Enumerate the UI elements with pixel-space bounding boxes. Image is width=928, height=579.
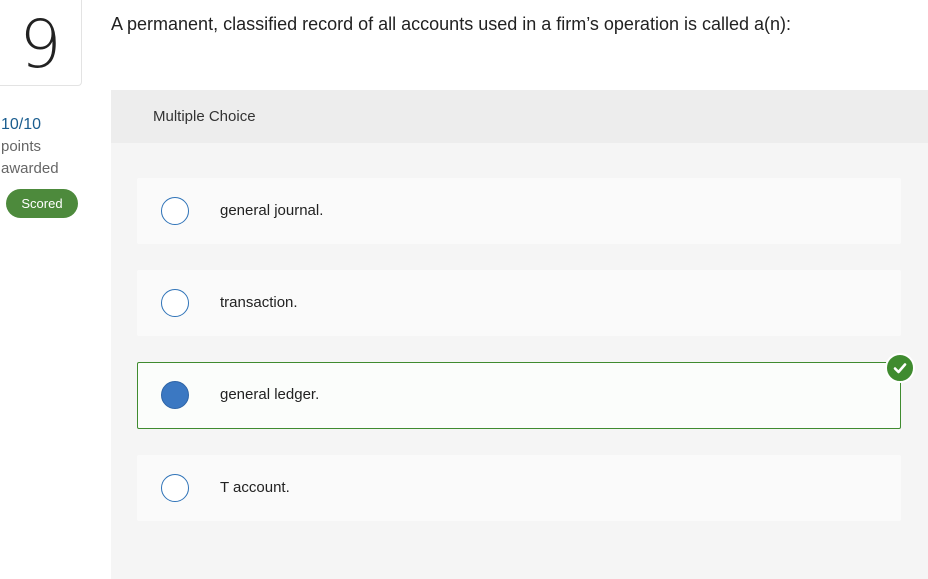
panel-header: Multiple Choice bbox=[111, 90, 928, 143]
radio-button[interactable] bbox=[161, 474, 189, 502]
checkmark-circle-icon bbox=[885, 353, 915, 383]
points-awarded: 10/10 points awarded bbox=[1, 114, 59, 180]
radio-button[interactable] bbox=[161, 289, 189, 317]
points-label: points bbox=[1, 138, 42, 155]
choice-label: general ledger. bbox=[220, 386, 320, 403]
radio-button[interactable] bbox=[161, 197, 189, 225]
score-value: 10/10 bbox=[1, 116, 42, 133]
question-text: A permanent, classified record of all ac… bbox=[111, 14, 792, 34]
choice-label: T account. bbox=[220, 479, 290, 496]
choice-option-4[interactable]: T account. bbox=[137, 455, 901, 521]
question-number-box: 9 bbox=[0, 0, 82, 86]
question-type-label: Multiple Choice bbox=[153, 108, 256, 125]
choice-label: general journal. bbox=[220, 202, 324, 219]
question-number: 9 bbox=[19, 5, 62, 83]
choice-option-3[interactable]: general ledger. bbox=[137, 353, 915, 429]
radio-button-selected[interactable] bbox=[161, 381, 189, 409]
awarded-label: awarded bbox=[1, 160, 59, 177]
scored-badge: Scored bbox=[6, 189, 78, 218]
choice-option-2[interactable]: transaction. bbox=[137, 270, 901, 336]
checkmark-icon bbox=[893, 363, 907, 374]
choice-label: transaction. bbox=[220, 294, 298, 311]
choice-option-1[interactable]: general journal. bbox=[137, 178, 901, 244]
answer-panel: Multiple Choice general journal. transac… bbox=[111, 90, 928, 579]
